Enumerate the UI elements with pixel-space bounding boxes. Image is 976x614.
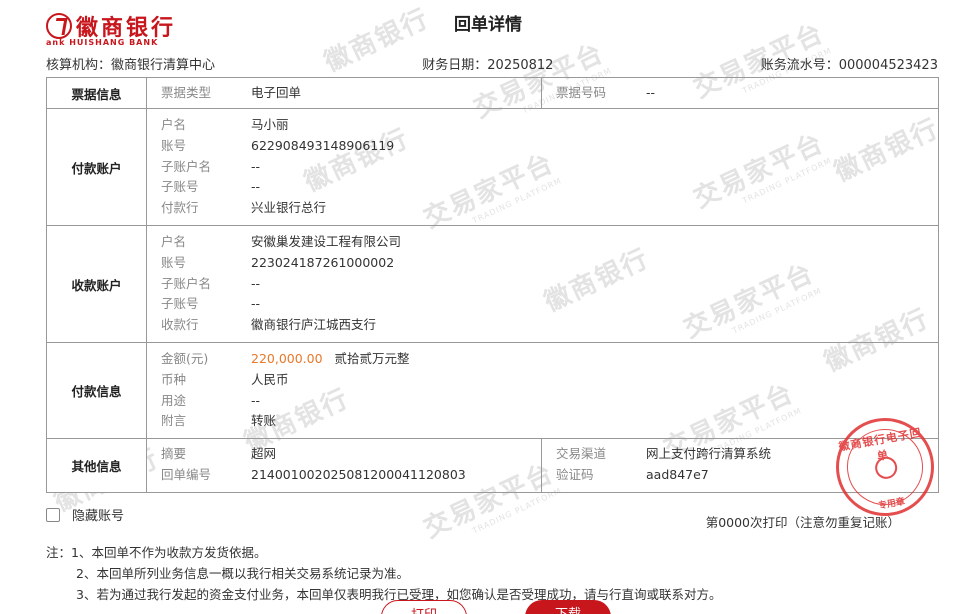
verify-code-value: aad847e7 (646, 466, 709, 482)
payee-subname: -- (251, 275, 261, 291)
payee-subaccount-label: 子账号 (161, 296, 199, 312)
payer-name: 马小丽 (251, 117, 289, 132)
payer-name-label: 户名 (161, 117, 187, 132)
section-payer: 付款账户 (46, 108, 147, 226)
section-payee: 收款账户 (46, 225, 147, 343)
receipt-table: 票据信息 票据类型 电子回单 票据号码 -- 付款账户 户名 马小丽 账号 6229… (46, 77, 939, 493)
payer-subname-label: 子账户名 (161, 158, 212, 174)
serial-label: 账务流水号：000004523423 (760, 58, 938, 73)
print-button[interactable]: 打印 (381, 600, 467, 614)
receipt-no-value: -- (646, 84, 656, 100)
note-value: 转账 (251, 413, 277, 429)
payer-account: 622908493148906119 (251, 137, 395, 153)
receipt-number-label: 回单编号 (161, 466, 212, 482)
payee-subname-label: 子账户名 (161, 275, 212, 291)
section-payment: 付款信息 (46, 341, 147, 440)
summary-label: 摘要 (161, 446, 187, 462)
note-line-2: 2、本回单所列业务信息一概以我行相关交易系统记录为准。 (76, 566, 409, 581)
page-title: 回单详情 (454, 15, 522, 35)
payee-subaccount: -- (251, 296, 261, 312)
currency-label: 币种 (161, 371, 187, 387)
receipt-meta: 核算机构：徽商银行清算中心 财务日期：20250812 账务流水号：000004… (46, 54, 938, 73)
payer-account-label: 账号 (161, 137, 187, 153)
purpose-label: 用途 (161, 392, 187, 408)
download-button[interactable]: 下载 (525, 600, 611, 614)
payee-account: 223024187261000002 (251, 254, 395, 270)
amount-cn: 贰拾贰万元整 (334, 351, 410, 366)
org-label: 核算机构：徽商银行清算中心 (46, 58, 216, 73)
verify-code-label: 验证码 (556, 466, 594, 482)
payer-bank: 兴业银行总行 (251, 200, 327, 216)
bank-name-en: ank HUISHANG BANK (46, 38, 159, 47)
payee-bank-label: 收款行 (161, 317, 199, 333)
payer-subname: -- (251, 158, 261, 174)
note-line-1: 注：1、本回单不作为收款方发货依据。 (46, 545, 267, 560)
note-label: 附言 (161, 413, 187, 429)
purpose-value: -- (251, 392, 261, 408)
section-other: 其他信息 (46, 438, 147, 493)
summary-value: 超网 (251, 446, 277, 462)
payer-subaccount: -- (251, 179, 261, 195)
payee-bank: 徽商银行庐江城西支行 (251, 317, 377, 333)
amount-label: 金额(元) (161, 351, 209, 366)
currency-value: 人民币 (251, 371, 289, 387)
receipt-no-label: 票据号码 (556, 84, 607, 100)
amount-value: 220,000.00 (251, 351, 323, 366)
receipt-type-label: 票据类型 (161, 84, 212, 100)
payee-account-label: 账号 (161, 254, 187, 270)
hide-account-checkbox[interactable] (46, 507, 60, 522)
receipt-type-value: 电子回单 (251, 84, 302, 100)
hide-account-toggle[interactable]: 隐藏账号 (46, 505, 124, 524)
print-count: 第0000次打印（注意勿重复记账） (705, 515, 900, 530)
payee-name: 安徽巢发建设工程有限公司 (251, 234, 402, 249)
hide-account-label: 隐藏账号 (72, 509, 125, 524)
notes: 注：1、本回单不作为收款方发货依据。 2、本回单所列业务信息一概以我行相关交易系… (46, 542, 926, 605)
section-receipt-info: 票据信息 (46, 77, 147, 109)
channel-label: 交易渠道 (556, 446, 607, 462)
note-line-3: 3、若为通过我行发起的资金支付业务，本回单仅表明我行已受理，如您确认是否受理成功… (76, 587, 722, 602)
receipt-number-value: 21400100202508120004112080​3 (251, 466, 466, 482)
payer-bank-label: 付款行 (161, 200, 199, 216)
payer-subaccount-label: 子账号 (161, 179, 199, 195)
channel-value: 网上支付跨行清算系统 (646, 446, 772, 462)
payee-name-label: 户名 (161, 234, 187, 249)
date-label: 财务日期：20250812 (422, 58, 554, 73)
